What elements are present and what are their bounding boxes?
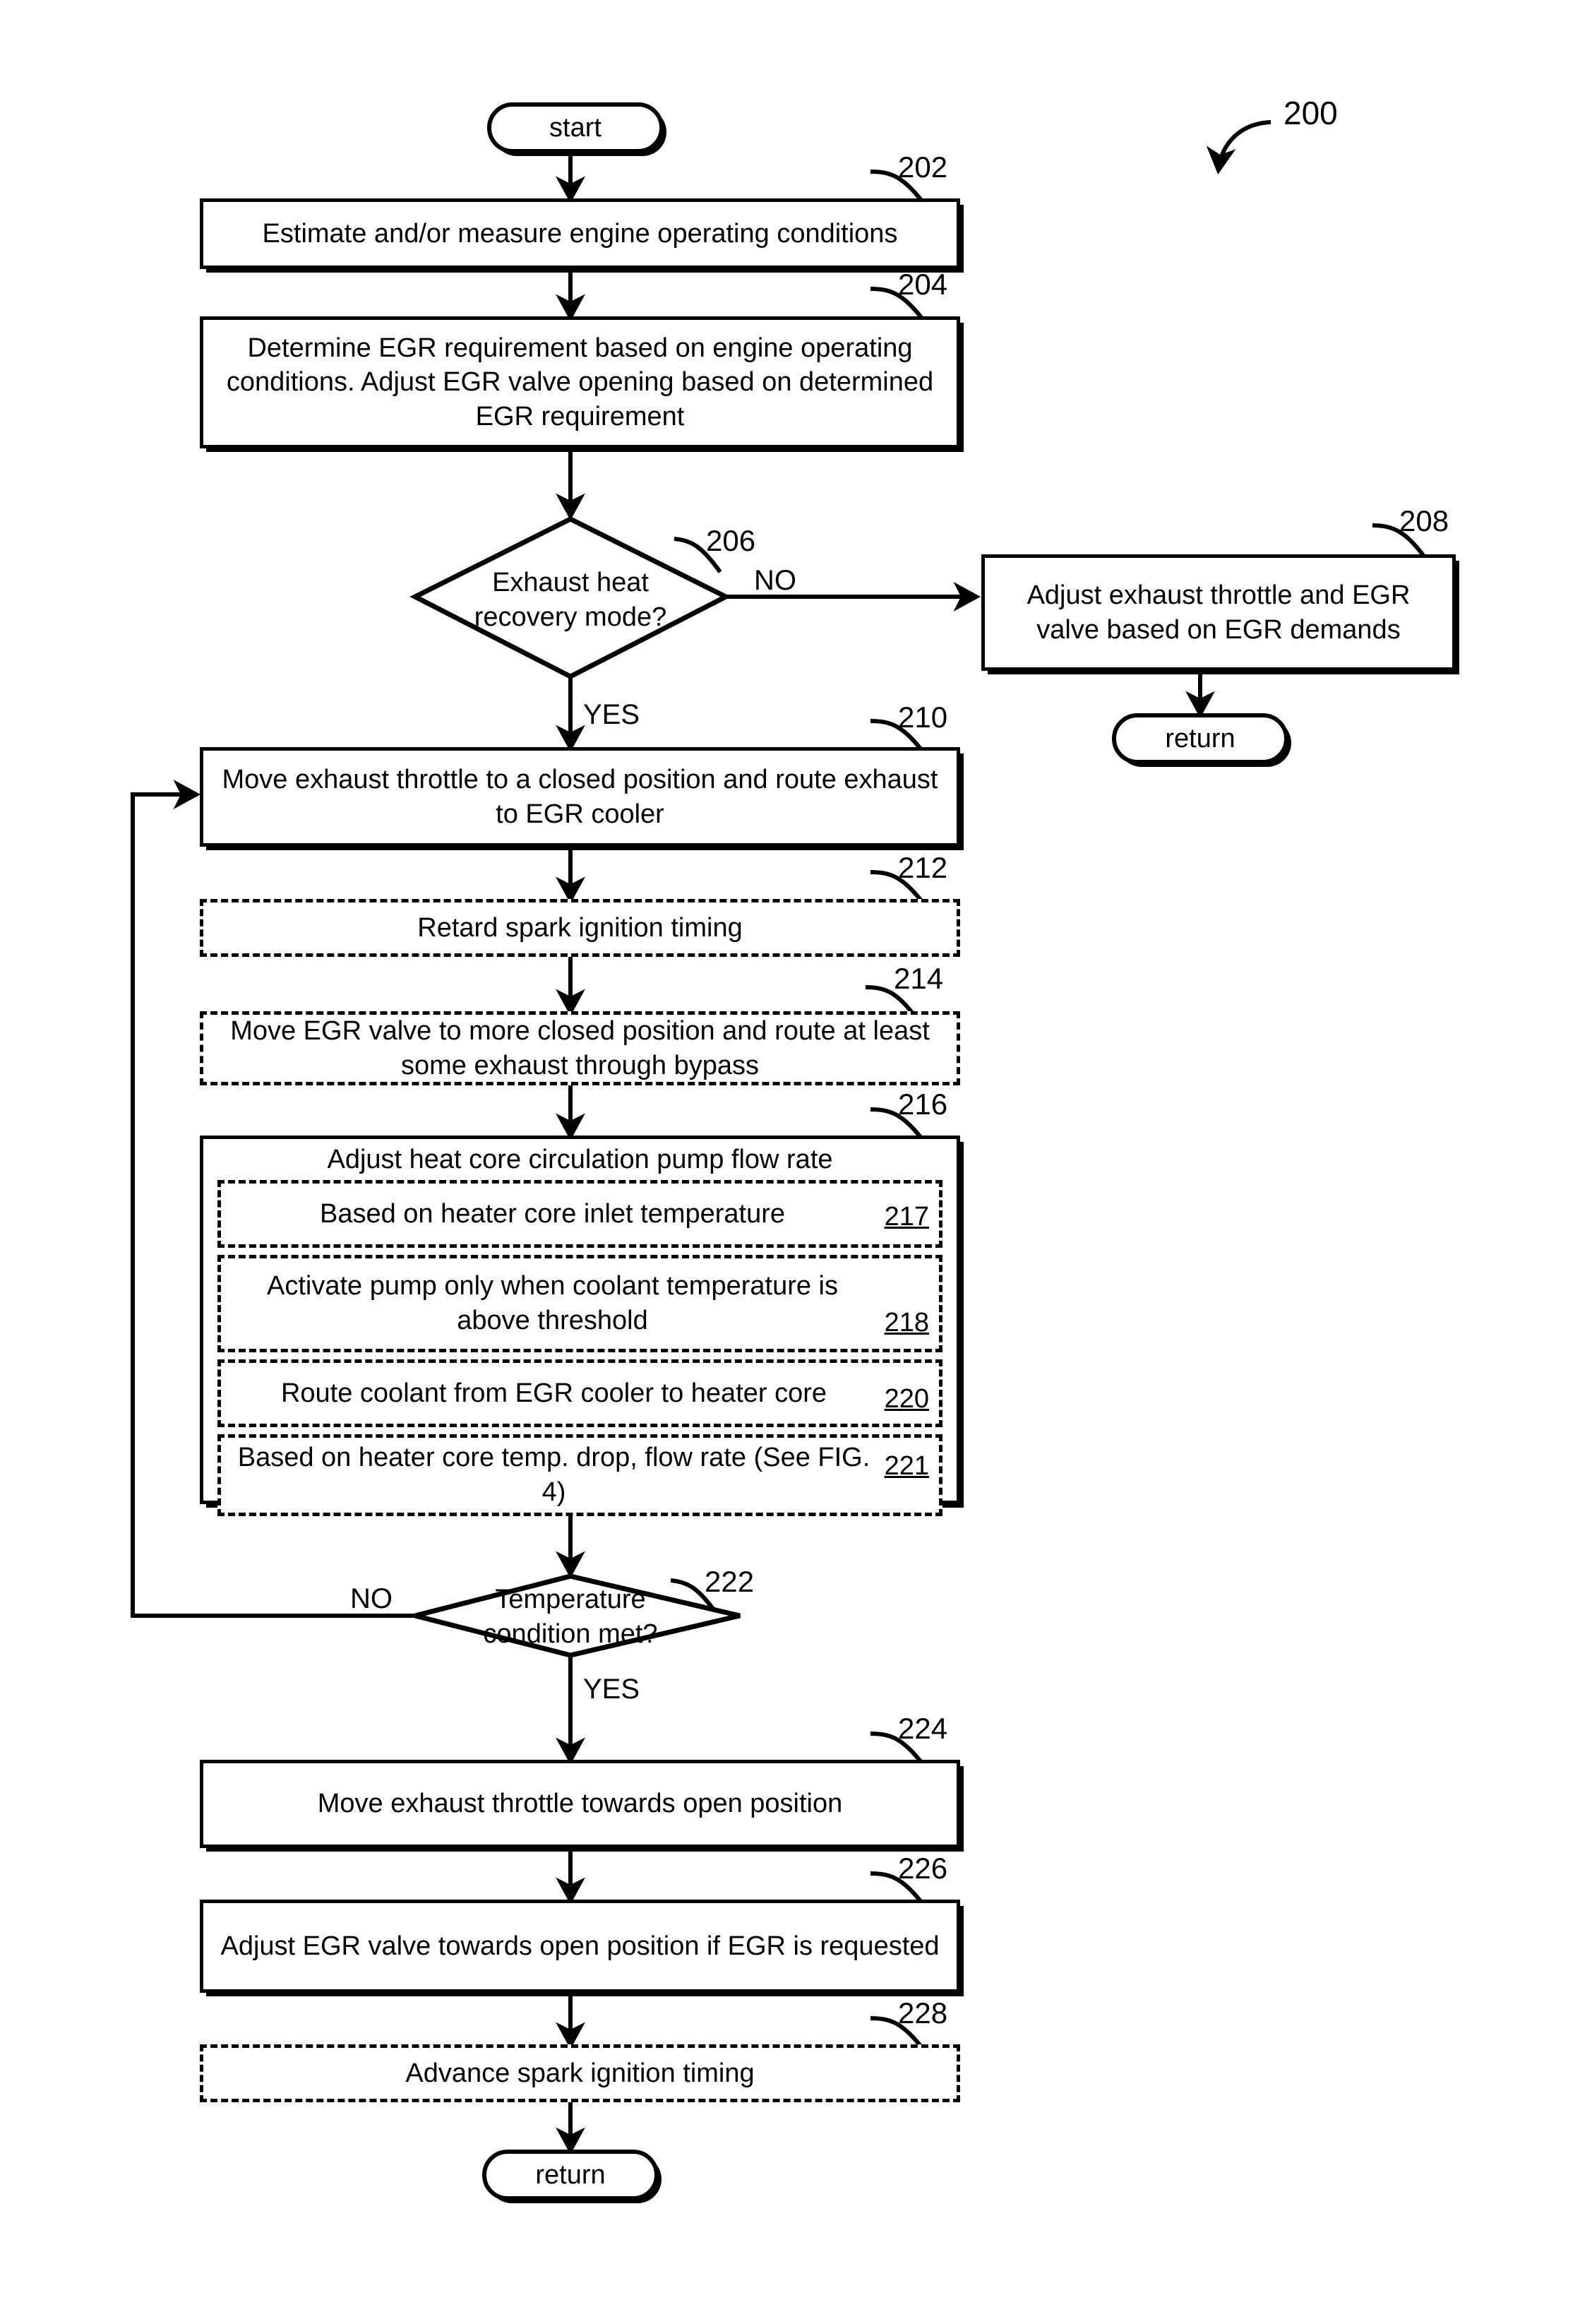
branch-222-no: NO — [350, 1583, 393, 1614]
decision-206-label: Exhaust heat recovery mode? — [450, 565, 690, 636]
step-210-text: Move exhaust throttle to a closed positi… — [222, 764, 938, 829]
step-204-box: Determine EGR requirement based on engin… — [200, 316, 960, 448]
branch-206-no: NO — [754, 565, 796, 596]
step-210-box: Move exhaust throttle to a closed positi… — [200, 747, 960, 847]
ref-206: 206 — [706, 524, 756, 557]
step-221-box: Based on heater core temp. drop, flow ra… — [217, 1434, 942, 1516]
step-226-text: Adjust EGR valve towards open position i… — [220, 1931, 940, 1961]
decision-206-line1: Exhaust heat — [492, 568, 649, 598]
decision-222-line2: condition met? — [483, 1619, 658, 1649]
decision-222-label: Temperature condition met? — [450, 1583, 690, 1651]
step-218-box: Activate pump only when coolant temperat… — [217, 1255, 942, 1352]
step-218-text: Activate pump only when coolant temperat… — [267, 1271, 838, 1335]
step-220-box: Route coolant from EGR cooler to heater … — [217, 1359, 942, 1427]
start-label: start — [549, 112, 602, 143]
step-220-number: 220 — [884, 1384, 929, 1414]
step-217-text: Based on heater core inlet temperature — [319, 1198, 786, 1229]
start-terminator: start — [487, 102, 664, 153]
ref-214: 214 — [894, 962, 944, 995]
return-right-label: return — [1165, 723, 1235, 753]
step-228-box: Advance spark ignition timing — [200, 2044, 960, 2102]
decision-222-line1: Temperature — [495, 1585, 646, 1615]
ref-204: 204 — [898, 268, 948, 301]
step-216-heading: Adjust heat core circulation pump flow r… — [203, 1139, 957, 1180]
step-212-text: Retard spark ignition timing — [417, 912, 743, 943]
ref-226: 226 — [898, 1852, 948, 1885]
ref-202: 202 — [898, 150, 948, 184]
ref-228: 228 — [898, 1996, 948, 2030]
step-204-text: Determine EGR requirement based on engin… — [226, 333, 934, 431]
step-208-box: Adjust exhaust throttle and EGR valve ba… — [981, 554, 1456, 671]
ref-224: 224 — [898, 1712, 948, 1745]
step-224-text: Move exhaust throttle towards open posit… — [317, 1789, 843, 1819]
decision-206-line2: recovery mode? — [474, 602, 667, 632]
step-216-text: Adjust heat core circulation pump flow r… — [327, 1144, 833, 1174]
step-228-text: Advance spark ignition timing — [405, 2058, 755, 2088]
return-terminator-bottom: return — [482, 2150, 659, 2200]
step-217-box: Based on heater core inlet temperature 2… — [217, 1180, 942, 1248]
step-212-box: Retard spark ignition timing — [200, 899, 960, 957]
return-terminator-right: return — [1112, 713, 1288, 764]
figure-reference-numeral: 200 — [1283, 95, 1338, 131]
step-202-text: Estimate and/or measure engine operating… — [262, 218, 898, 249]
step-214-box: Move EGR valve to more closed position a… — [200, 1011, 960, 1085]
step-220-text: Route coolant from EGR cooler to heater … — [280, 1378, 827, 1408]
step-216-box: Adjust heat core circulation pump flow r… — [200, 1136, 960, 1516]
branch-206-yes: YES — [583, 699, 640, 730]
step-214-text: Move EGR valve to more closed position a… — [230, 1015, 930, 1080]
step-218-number: 218 — [884, 1308, 929, 1338]
ref-222: 222 — [705, 1565, 755, 1598]
step-221-number: 221 — [884, 1451, 929, 1481]
ref-216: 216 — [898, 1087, 948, 1121]
ref-210: 210 — [898, 701, 948, 734]
ref-212: 212 — [898, 851, 948, 884]
step-208-text: Adjust exhaust throttle and EGR valve ba… — [1027, 580, 1411, 645]
branch-222-yes: YES — [583, 1674, 640, 1705]
step-224-box: Move exhaust throttle towards open posit… — [200, 1760, 960, 1848]
ref-208: 208 — [1399, 504, 1449, 537]
step-226-box: Adjust EGR valve towards open position i… — [200, 1900, 960, 1993]
step-221-text: Based on heater core temp. drop, flow ra… — [237, 1443, 870, 1507]
return-bottom-label: return — [535, 2159, 606, 2190]
step-217-number: 217 — [884, 1202, 929, 1232]
patent-figure-sheet: 200 start Estimate and/or measure engine… — [0, 0, 1580, 2324]
step-202-box: Estimate and/or measure engine operating… — [200, 198, 960, 269]
